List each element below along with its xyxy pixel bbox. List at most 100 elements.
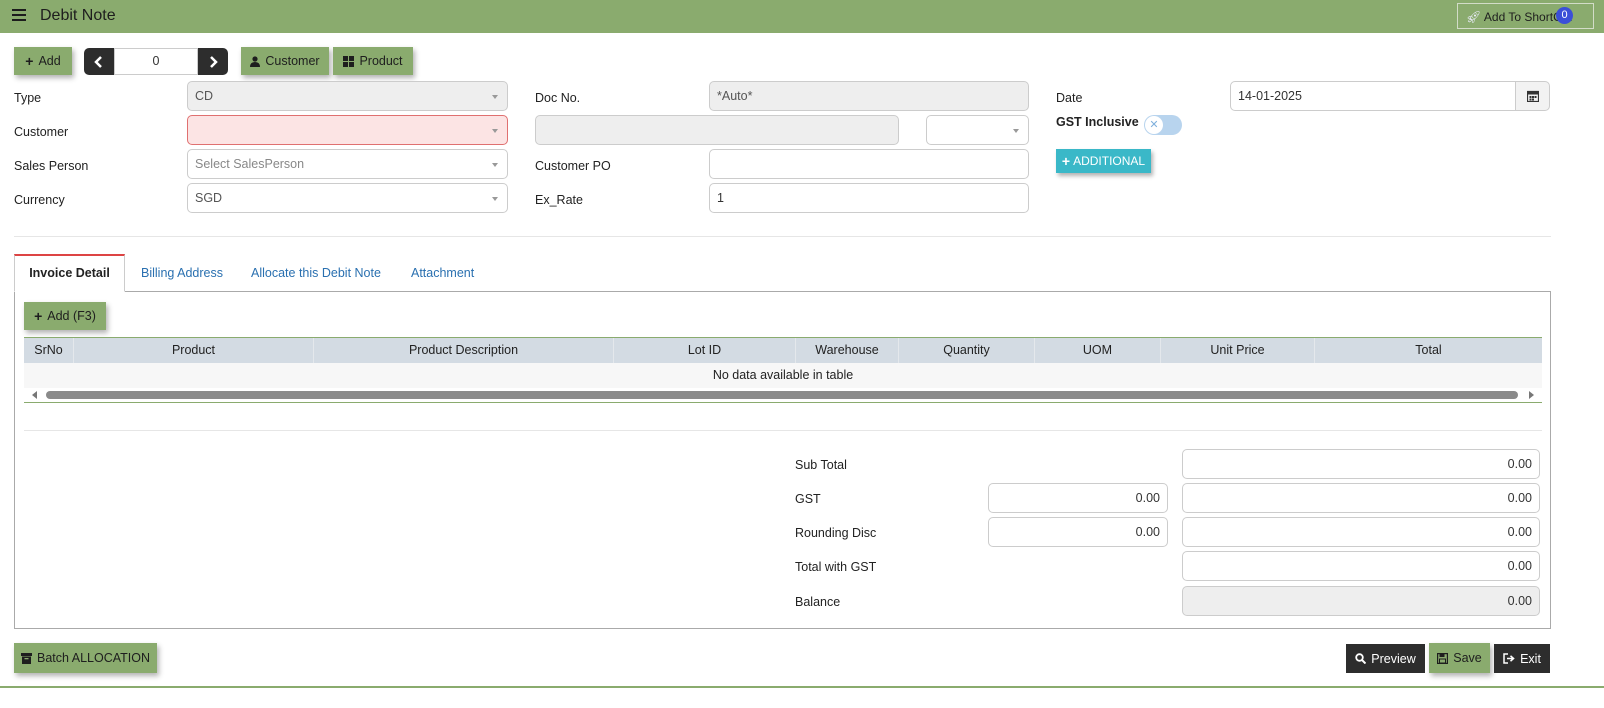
currency-select[interactable]: SGD xyxy=(187,183,508,213)
add-button[interactable]: + Add xyxy=(14,47,72,75)
cubes-icon xyxy=(343,55,355,67)
balance-value: 0.00 xyxy=(1507,594,1532,608)
floppy-disk-icon xyxy=(1437,652,1449,664)
rounding-amount-field[interactable]: 0.00 xyxy=(1182,517,1540,547)
scroll-right-arrow-icon[interactable] xyxy=(1529,391,1534,399)
gst-amount-field[interactable]: 0.00 xyxy=(1182,483,1540,513)
chevron-right-icon xyxy=(210,55,218,68)
sales-person-placeholder: Select SalesPerson xyxy=(195,157,305,171)
rounding-rate-field[interactable]: 0.00 xyxy=(988,517,1168,547)
gst-inclusive-label: GST Inclusive xyxy=(1056,115,1139,129)
currency-value: SGD xyxy=(195,191,223,205)
invoice-detail-table: SrNo Product Product Description Lot ID … xyxy=(24,337,1542,403)
scroll-left-arrow-icon[interactable] xyxy=(32,391,37,399)
customer-button-label: Customer xyxy=(265,54,320,68)
ex-rate-label: Ex_Rate xyxy=(535,193,583,207)
column-header-total[interactable]: Total xyxy=(1315,338,1542,363)
date-value: 14-01-2025 xyxy=(1238,89,1302,103)
calendar-button[interactable] xyxy=(1515,81,1550,111)
next-record-button[interactable] xyxy=(198,48,228,75)
save-button-label: Save xyxy=(1453,651,1482,665)
rounding-amount-value: 0.00 xyxy=(1507,525,1532,539)
batch-allocation-button[interactable]: Batch ALLOCATION xyxy=(14,643,157,673)
column-header-quantity[interactable]: Quantity xyxy=(899,338,1035,363)
archive-icon xyxy=(20,652,32,664)
horizontal-scrollbar[interactable] xyxy=(24,388,1542,402)
rocket-icon: 🚀︎ xyxy=(1466,10,1482,24)
column-header-srno[interactable]: SrNo xyxy=(24,338,74,363)
toggle-off-x-icon: ✕ xyxy=(1145,116,1163,134)
gst-amount-value: 0.00 xyxy=(1507,491,1532,505)
type-label: Type xyxy=(14,91,42,105)
preview-button-label: Preview xyxy=(1371,651,1416,666)
column-header-lot-id[interactable]: Lot ID xyxy=(614,338,796,363)
gst-label: GST xyxy=(795,492,821,506)
sign-out-icon xyxy=(1503,653,1515,664)
additional-button[interactable]: + ADDITIONAL xyxy=(1056,149,1151,173)
doc-no-field[interactable]: *Auto* xyxy=(709,81,1029,111)
column-header-uom[interactable]: UOM xyxy=(1035,338,1161,363)
sales-person-label: Sales Person xyxy=(14,159,89,173)
user-icon xyxy=(250,55,261,67)
table-empty-message: No data available in table xyxy=(24,363,1542,388)
doc-no-value: *Auto* xyxy=(717,89,753,103)
column-header-product[interactable]: Product xyxy=(74,338,314,363)
balance-field[interactable]: 0.00 xyxy=(1182,586,1540,616)
customer-po-field[interactable] xyxy=(709,149,1029,179)
ex-rate-field[interactable]: 1 xyxy=(709,183,1029,213)
record-index-field[interactable]: 0 xyxy=(114,48,198,75)
column-header-product-description[interactable]: Product Description xyxy=(314,338,614,363)
previous-record-button[interactable] xyxy=(84,48,114,75)
page-title: Debit Note xyxy=(40,7,116,24)
totals-divider xyxy=(24,430,1542,431)
exit-button[interactable]: Exit xyxy=(1494,644,1550,673)
scrollbar-thumb[interactable] xyxy=(46,391,1518,399)
plus-icon: + xyxy=(34,308,43,324)
shortcut-count-badge: 0 xyxy=(1556,7,1573,24)
customer-select[interactable] xyxy=(187,115,508,145)
doc-no-label: Doc No. xyxy=(535,91,581,105)
currency-label: Currency xyxy=(14,193,65,207)
table-header: SrNo Product Product Description Lot ID … xyxy=(24,338,1542,363)
total-with-gst-field[interactable]: 0.00 xyxy=(1182,551,1540,581)
sub-total-field[interactable]: 0.00 xyxy=(1182,449,1540,479)
customer-button[interactable]: Customer xyxy=(241,47,329,75)
column-header-warehouse[interactable]: Warehouse xyxy=(796,338,899,363)
customer-name-field[interactable] xyxy=(535,115,899,145)
date-label: Date xyxy=(1056,91,1083,105)
sub-total-value: 0.00 xyxy=(1507,457,1532,471)
tab-attachment[interactable]: Attachment xyxy=(411,256,474,292)
preview-button[interactable]: Preview xyxy=(1346,644,1425,673)
type-select[interactable]: CD xyxy=(187,81,508,111)
batch-allocation-label: Batch ALLOCATION xyxy=(36,651,150,665)
form-divider xyxy=(14,236,1551,237)
hamburger-menu-icon[interactable] xyxy=(12,9,26,23)
add-to-shortcut-button[interactable]: 🚀︎ Add To ShortCut 0 xyxy=(1457,3,1594,29)
product-button-label: Product xyxy=(359,54,403,68)
plus-icon: + xyxy=(25,53,34,69)
customer-extra-select[interactable] xyxy=(926,115,1029,145)
tab-invoice-detail[interactable]: Invoice Detail xyxy=(14,254,125,292)
exit-button-label: Exit xyxy=(1520,651,1541,666)
calendar-icon xyxy=(1526,90,1539,102)
gst-inclusive-toggle[interactable]: ✕ xyxy=(1144,115,1182,135)
top-bar: Debit Note 🚀︎ Add To ShortCut 0 xyxy=(0,0,1604,33)
rounding-rate-value: 0.00 xyxy=(1135,525,1160,539)
column-header-unit-price[interactable]: Unit Price xyxy=(1161,338,1315,363)
tab-billing-address[interactable]: Billing Address xyxy=(141,256,223,292)
plus-icon: + xyxy=(1061,153,1071,169)
sub-total-label: Sub Total xyxy=(795,458,847,472)
sales-person-select[interactable]: Select SalesPerson xyxy=(187,149,508,179)
tab-allocate-debit-note[interactable]: Allocate this Debit Note xyxy=(251,256,381,292)
gst-rate-value: 0.00 xyxy=(1135,491,1160,505)
add-line-button-label: Add (F3) xyxy=(47,309,96,323)
gst-rate-field[interactable]: 0.00 xyxy=(988,483,1168,513)
save-button[interactable]: Save xyxy=(1429,643,1490,673)
rounding-disc-label: Rounding Disc xyxy=(795,526,877,540)
add-line-button[interactable]: + Add (F3) xyxy=(24,302,106,330)
balance-label: Balance xyxy=(795,595,841,609)
add-button-label: Add xyxy=(38,54,61,68)
date-field[interactable]: 14-01-2025 xyxy=(1230,81,1517,111)
ex-rate-value: 1 xyxy=(717,191,724,205)
product-button[interactable]: Product xyxy=(333,47,413,75)
